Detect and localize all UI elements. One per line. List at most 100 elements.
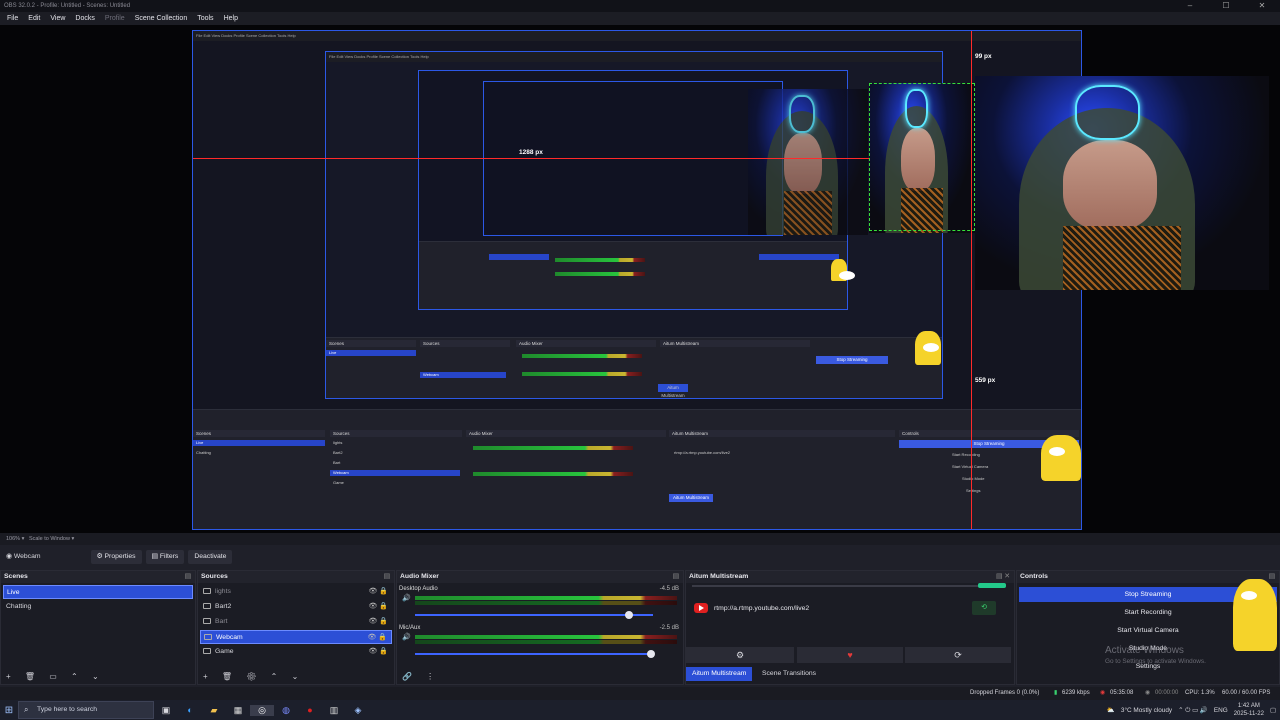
discord-icon[interactable]: ◍: [274, 705, 298, 716]
tab-aitum-multistream[interactable]: Aitum Multistream: [686, 667, 753, 681]
menu-scene-collection[interactable]: Scene Collection: [130, 15, 193, 22]
canvas-source: Bart2: [333, 450, 343, 455]
task-view-icon[interactable]: ▣: [154, 705, 178, 716]
volume-icon[interactable]: 🔊: [402, 594, 411, 602]
weather-text[interactable]: 3°C Mostly cloudy: [1121, 707, 1172, 714]
visibility-lock-icons[interactable]: 👁 🔒: [367, 631, 387, 645]
volume-knob[interactable]: [647, 650, 655, 658]
stream-toggle-button[interactable]: ⟲: [972, 601, 996, 615]
selected-source-box[interactable]: [869, 83, 975, 231]
nested-sources-header: Sources: [420, 340, 510, 347]
menu-view[interactable]: View: [45, 15, 70, 22]
dock-close-icon[interactable]: ▤ ✕: [996, 571, 1010, 583]
scenes-panel: Scenes ▤ Live Chatting + 🗑 ▭ ⌃ ⌄: [0, 570, 196, 685]
minimize-button[interactable]: –: [1172, 0, 1208, 12]
source-item-bart[interactable]: Bart 👁 🔒: [200, 615, 392, 629]
multistream-output-row: rtmp://a.rtmp.youtube.com/live2: [694, 603, 809, 613]
menu-file[interactable]: File: [2, 15, 23, 22]
store-icon[interactable]: ▦: [226, 705, 250, 716]
system-tray: ⛅ 3°C Mostly cloudy ⌃ ⏻ ▭ 🔊 ENG 1:42 AM 2…: [1107, 700, 1276, 720]
properties-button[interactable]: ⚙ Properties: [90, 549, 142, 564]
file-explorer-icon[interactable]: ▰: [202, 705, 226, 716]
visibility-lock-icons[interactable]: 👁 🔒: [368, 615, 388, 629]
mixer-channel-name: Desktop Audio: [399, 586, 438, 592]
visibility-lock-icons[interactable]: 👁 🔒: [368, 600, 388, 614]
webcam-source[interactable]: [975, 76, 1269, 290]
app-icon[interactable]: ▥: [322, 705, 346, 716]
visibility-lock-icons[interactable]: 👁 🔒: [368, 585, 388, 599]
language-indicator[interactable]: ENG: [1214, 707, 1228, 714]
mixer-channel-db: -4.5 dB: [659, 586, 679, 592]
cpu-usage: CPU: 1.3%: [1185, 690, 1215, 696]
canvas-multistream-tab: Aitum Multistream: [669, 494, 713, 502]
source-item-lights[interactable]: lights 👁 🔒: [200, 585, 392, 599]
volume-icon[interactable]: 🔊: [402, 633, 411, 641]
visibility-lock-icons[interactable]: 👁 🔒: [368, 645, 388, 659]
scene-item-live[interactable]: Live: [3, 585, 193, 599]
gear-icon: ⚙: [96, 552, 105, 560]
controls-panel: Controls ▤ Stop Streaming Start Recording…: [1016, 570, 1280, 685]
steam-icon[interactable]: ◈: [346, 705, 370, 716]
mixer-channel-name: Mic/Aux: [399, 625, 421, 631]
audio-meter-desktop-peak: [415, 601, 677, 605]
mixer-toolbar[interactable]: 🔗 ⋮: [397, 670, 683, 684]
bart-sticker: [831, 259, 855, 281]
measure-left: 1288 px: [519, 149, 543, 156]
sources-toolbar[interactable]: + 🗑 ⚙ ⌃ ⌄: [198, 670, 394, 684]
close-button[interactable]: ✕: [1244, 0, 1280, 12]
bart-sticker: [1233, 579, 1277, 651]
audio-meter-mic-peak: [415, 640, 677, 644]
window-controls: – ☐ ✕: [1172, 0, 1280, 12]
clock[interactable]: 1:42 AM 2025-11-22: [1234, 702, 1264, 718]
mixer-channel-mic: Mic/Aux -2.5 dB 🔊: [399, 625, 679, 663]
tab-scene-transitions[interactable]: Scene Transitions: [756, 667, 822, 681]
source-item-game[interactable]: Game 👁 🔒: [200, 645, 392, 659]
notification-icon[interactable]: ▢: [1270, 706, 1276, 714]
taskbar-search[interactable]: ⌕ Type here to search: [18, 701, 154, 719]
zoom-indicator[interactable]: 106% ▾ Scale to Window ▾: [6, 536, 74, 542]
volume-knob[interactable]: [625, 611, 633, 619]
filters-button[interactable]: ▤ Filters: [145, 549, 185, 564]
red-app-icon[interactable]: ●: [298, 705, 322, 715]
scene-item-chatting[interactable]: Chatting: [3, 600, 193, 614]
tray-overflow-icon[interactable]: ⌃ ⏻ ▭ 🔊: [1178, 706, 1208, 715]
edge-icon[interactable]: ◐: [178, 705, 202, 715]
start-button[interactable]: ⊞: [0, 700, 18, 720]
weather-icon[interactable]: ⛅: [1107, 706, 1115, 714]
volume-slider-mic[interactable]: [415, 650, 655, 658]
nested-source-selected: [489, 254, 549, 260]
maximize-button[interactable]: ☐: [1208, 0, 1244, 12]
mixer-channel-db: -2.5 dB: [659, 625, 679, 631]
heart-button[interactable]: ♥: [797, 647, 903, 663]
obs-icon[interactable]: ◎: [250, 704, 274, 716]
stream-status-indicator: [978, 583, 1006, 588]
source-item-bart2[interactable]: Bart2 👁 🔒: [200, 600, 392, 614]
audio-mixer-panel: Audio Mixer ▤ Desktop Audio -4.5 dB 🔊 Mic…: [396, 570, 684, 685]
volume-slider-desktop[interactable]: [415, 611, 653, 619]
menu-edit[interactable]: Edit: [23, 15, 45, 22]
activation-watermark: Activate Windows: [1105, 645, 1184, 656]
menu-tools[interactable]: Tools: [192, 15, 218, 22]
menu-docks[interactable]: Docks: [70, 15, 99, 22]
dock-options-icon[interactable]: ▤: [1269, 571, 1275, 583]
nested-source-webcam: Webcam: [420, 372, 506, 378]
settings-gear-button[interactable]: ⚙: [686, 647, 794, 663]
nested-multistream-tab: Aitum Multistream: [658, 384, 688, 398]
refresh-button[interactable]: ⟳: [905, 647, 1011, 663]
camera-icon: [204, 634, 212, 641]
scenes-toolbar[interactable]: + 🗑 ▭ ⌃ ⌄: [1, 670, 195, 684]
deactivate-button[interactable]: Deactivate: [188, 549, 233, 564]
dock-options-icon[interactable]: ▤: [384, 571, 390, 583]
menu-profile[interactable]: Profile: [100, 15, 130, 22]
canvas-source: Game: [333, 480, 344, 485]
multistream-url: rtmp://a.rtmp.youtube.com/live2: [714, 604, 810, 612]
menu-help[interactable]: Help: [219, 15, 243, 22]
preview-canvas[interactable]: File Edit View Docks Profile Scene Colle…: [192, 30, 1082, 530]
nested-meter-desktop: [522, 354, 642, 358]
dock-options-icon[interactable]: ▤: [185, 571, 191, 583]
search-icon: ⌕: [24, 705, 29, 714]
source-item-webcam[interactable]: Webcam 👁 🔒: [200, 630, 392, 644]
multistream-header: Aitum Multistream ▤ ✕: [686, 571, 1014, 583]
dock-options-icon[interactable]: ▤: [673, 571, 679, 583]
network-icon: ▮: [1054, 690, 1058, 696]
